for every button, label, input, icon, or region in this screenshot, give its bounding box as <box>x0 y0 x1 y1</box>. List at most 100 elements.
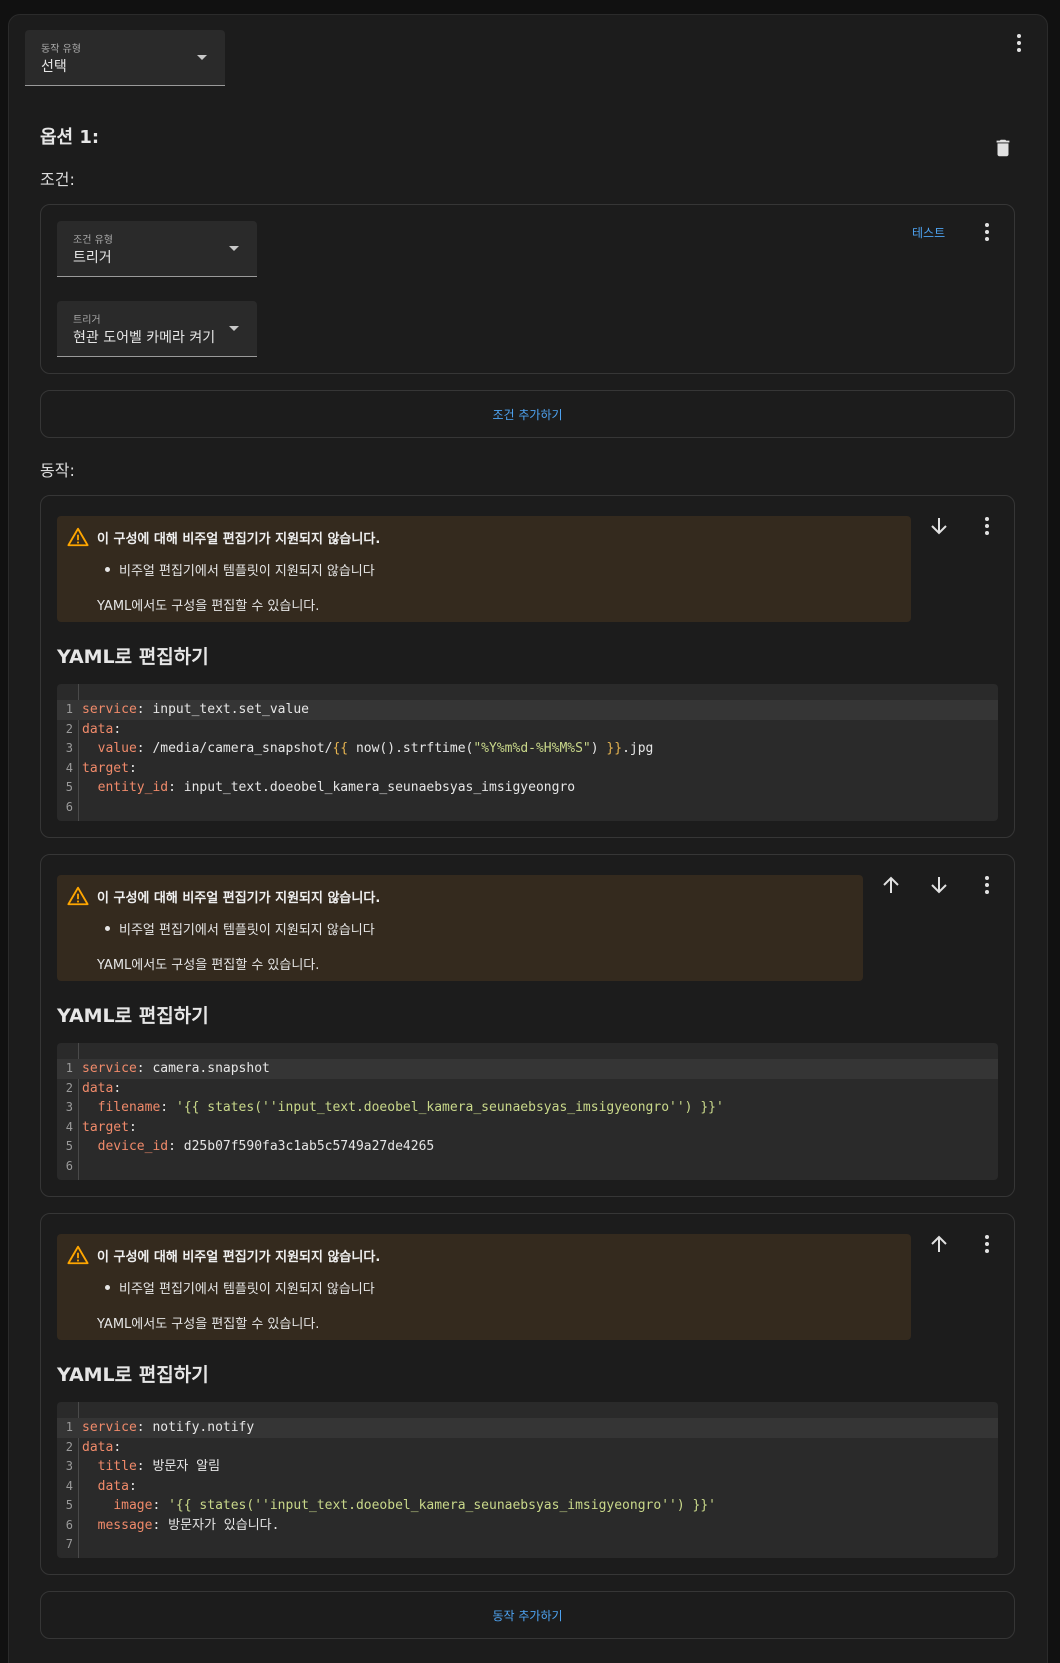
alert-bullet: 비주얼 편집기에서 템플릿이 지원되지 않습니다 <box>105 919 375 938</box>
action-card: 이 구성에 대해 비주얼 편집기가 지원되지 않습니다. 비주얼 편집기에서 템… <box>40 1213 1015 1575</box>
code-line: 5 entity_id: input_text.doeobel_kamera_s… <box>57 778 998 798</box>
yaml-heading: YAML로 편집하기 <box>57 1364 209 1386</box>
alert-bullet: 비주얼 편집기에서 템플릿이 지원되지 않습니다 <box>105 1278 375 1297</box>
add-condition-button[interactable]: 조건 추가하기 <box>40 390 1015 438</box>
action-card: 이 구성에 대해 비주얼 편집기가 지원되지 않습니다. 비주얼 편집기에서 템… <box>40 854 1015 1197</box>
code-text: service: camera.snapshot <box>82 1061 270 1076</box>
code-line: 2 data: <box>57 720 998 740</box>
line-number: 5 <box>65 780 73 794</box>
warning-triangle-icon <box>67 1245 89 1265</box>
alert-bullet: 비주얼 편집기에서 템플릿이 지원되지 않습니다 <box>105 560 375 579</box>
warning-triangle-icon <box>67 886 89 906</box>
condition-type-select[interactable]: 조건 유형 트리거 <box>57 221 257 277</box>
code-text: message: 방문자가 있습니다. <box>97 1517 280 1533</box>
chevron-down-icon <box>197 55 207 60</box>
more-vert-icon[interactable] <box>975 873 999 897</box>
alert-note: YAML에서도 구성을 편집할 수 있습니다. <box>97 958 320 973</box>
more-vert-icon[interactable] <box>975 514 999 538</box>
code-text: data: <box>82 721 122 737</box>
yaml-heading: YAML로 편집하기 <box>57 646 209 668</box>
alert-title: 이 구성에 대해 비주얼 편집기가 지원되지 않습니다. <box>97 532 381 547</box>
trigger-value: 현관 도어벨 카메라 켜기 <box>73 330 216 346</box>
actions-label: 동작: <box>40 461 75 480</box>
action-type-value: 선택 <box>41 59 67 75</box>
code-line: 3 filename: '{{ states(''input_text.doeo… <box>57 1098 998 1118</box>
code-text: service: input_text.set_value <box>82 702 309 717</box>
arrow-up-icon[interactable] <box>927 1232 951 1256</box>
more-vert-icon[interactable] <box>975 220 999 244</box>
conditions-label: 조건: <box>40 170 75 189</box>
code-line: 2 data: <box>57 1438 998 1458</box>
code-line: 6 message: 방문자가 있습니다. <box>57 1516 998 1536</box>
yaml-heading: YAML로 편집하기 <box>57 1005 209 1027</box>
code-text: data: <box>97 1478 137 1494</box>
chevron-down-icon <box>229 246 239 251</box>
code-line: 5 image: '{{ states(''input_text.doeobel… <box>57 1496 998 1516</box>
line-number: 1 <box>65 1061 73 1075</box>
warning-alert: 이 구성에 대해 비주얼 편집기가 지원되지 않습니다. 비주얼 편집기에서 템… <box>57 1234 911 1340</box>
line-number: 5 <box>65 1498 73 1512</box>
line-number: 2 <box>65 1080 73 1095</box>
code-line: 7 <box>57 1535 998 1555</box>
line-number: 3 <box>65 741 73 755</box>
alert-note: YAML에서도 구성을 편집할 수 있습니다. <box>97 599 320 614</box>
line-number: 6 <box>65 799 73 814</box>
more-vert-icon[interactable] <box>1007 31 1031 55</box>
line-number: 4 <box>65 760 73 775</box>
code-text: data: <box>82 1439 122 1455</box>
alert-title: 이 구성에 대해 비주얼 편집기가 지원되지 않습니다. <box>97 1250 381 1265</box>
arrow-down-icon[interactable] <box>927 873 951 897</box>
code-line: 1 service: notify.notify <box>57 1418 998 1438</box>
code-line: 4 target: <box>57 759 998 779</box>
line-number: 1 <box>65 1420 73 1434</box>
trash-icon[interactable] <box>992 137 1014 159</box>
code-text: image: '{{ states(''input_text.doeobel_k… <box>113 1498 716 1513</box>
code-text: target: <box>82 1119 137 1135</box>
trigger-select[interactable]: 트리거 현관 도어벨 카메라 켜기 <box>57 301 257 357</box>
condition-type-label: 조건 유형 <box>73 235 113 246</box>
add-action-button[interactable]: 동작 추가하기 <box>40 1591 1015 1639</box>
alert-title: 이 구성에 대해 비주얼 편집기가 지원되지 않습니다. <box>97 891 381 906</box>
code-line: 1 service: input_text.set_value <box>57 700 998 720</box>
code-text: service: notify.notify <box>82 1420 255 1435</box>
alert-note: YAML에서도 구성을 편집할 수 있습니다. <box>97 1317 320 1332</box>
code-line: 4 data: <box>57 1477 998 1497</box>
arrow-up-icon[interactable] <box>879 873 903 897</box>
warning-alert: 이 구성에 대해 비주얼 편집기가 지원되지 않습니다. 비주얼 편집기에서 템… <box>57 875 863 981</box>
action-card: 이 구성에 대해 비주얼 편집기가 지원되지 않습니다. 비주얼 편집기에서 템… <box>40 495 1015 838</box>
code-line: 3 title: 방문자 알림 <box>57 1457 998 1477</box>
code-line: 3 value: /media/camera_snapshot/{{ now()… <box>57 739 998 759</box>
code-text: entity_id: input_text.doeobel_kamera_seu… <box>97 780 576 795</box>
yaml-editor[interactable]: 1 service: camera.snapshot 2 data: 3 filenam… <box>57 1043 998 1180</box>
code-text: filename: '{{ states(''input_text.doeobe… <box>97 1100 724 1115</box>
line-number: 6 <box>65 1517 73 1532</box>
line-number: 1 <box>65 702 73 716</box>
arrow-down-icon[interactable] <box>927 514 951 538</box>
line-number: 5 <box>65 1139 73 1153</box>
test-button[interactable]: 테스트 <box>912 224 945 241</box>
condition-card: 조건 유형 트리거 트리거 현관 도어벨 카메라 켜기 테스트 <box>40 204 1015 374</box>
code-text: data: <box>82 1080 122 1096</box>
code-line: 5 device_id: d25b07f590fa3c1ab5c5749a27d… <box>57 1137 998 1157</box>
code-line: 1 service: camera.snapshot <box>57 1059 998 1079</box>
code-line: 2 data: <box>57 1079 998 1099</box>
line-number: 3 <box>65 1100 73 1114</box>
yaml-editor[interactable]: 1 service: input_text.set_value 2 data: 3 va… <box>57 684 998 821</box>
trigger-label: 트리거 <box>73 315 101 326</box>
line-number: 6 <box>65 1158 73 1173</box>
chevron-down-icon <box>229 326 239 331</box>
action-type-select[interactable]: 동작 유형 선택 <box>25 30 225 86</box>
line-number: 3 <box>65 1459 73 1473</box>
line-number: 4 <box>65 1119 73 1134</box>
yaml-editor[interactable]: 1 service: notify.notify 2 data: 3 title: 방문… <box>57 1402 998 1558</box>
code-text: title: 방문자 알림 <box>97 1459 221 1474</box>
more-vert-icon[interactable] <box>975 1232 999 1256</box>
warning-alert: 이 구성에 대해 비주얼 편집기가 지원되지 않습니다. 비주얼 편집기에서 템… <box>57 516 911 622</box>
line-number: 2 <box>65 721 73 736</box>
line-number: 2 <box>65 1439 73 1454</box>
code-text: target: <box>82 760 137 776</box>
condition-type-value: 트리거 <box>73 250 112 266</box>
line-number: 7 <box>65 1537 73 1551</box>
warning-triangle-icon <box>67 527 89 547</box>
line-number: 4 <box>65 1478 73 1493</box>
